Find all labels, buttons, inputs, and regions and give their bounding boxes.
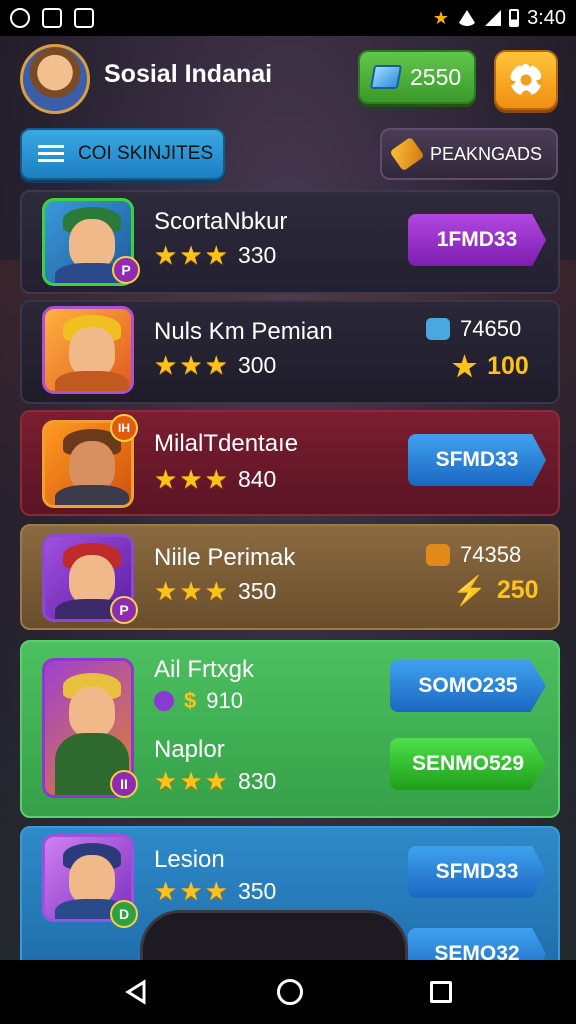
player-card[interactable]: P Niile Perimak ★ ★ ★ 350 74358 ⚡ 250 [20, 524, 560, 630]
player-name: Nuls Km Pemian [154, 318, 333, 345]
star-rating: ★ ★ ★ 840 [154, 464, 277, 495]
player-score: 350 [237, 578, 277, 604]
stat-top-value: 74650 [460, 316, 522, 341]
settings-button[interactable] [494, 50, 558, 110]
username: Sosial Indanai [104, 60, 273, 88]
wifi-icon [457, 10, 478, 26]
stat-sub: $ 910 [154, 688, 243, 714]
player-card[interactable]: Nuls Km Pemian ★ ★ ★ 300 74650 ★ 100 [20, 300, 560, 404]
potion-icon [154, 691, 174, 711]
star-rating: ★ ★ ★ 300 [154, 350, 277, 381]
signal-icon [485, 10, 502, 26]
list-icon [38, 145, 64, 163]
rank-badge: II [110, 770, 138, 798]
coi-skins-label: COI SKINJITES [78, 143, 214, 164]
player-card[interactable]: II Ail Frtxgk $ 910 Naplor ★ ★ ★ 830 SOMO2… [20, 640, 560, 818]
home-button[interactable] [276, 979, 303, 1005]
star-icon: ★ [432, 7, 450, 28]
gem-icon [369, 65, 403, 89]
action-button[interactable]: SFMD33 [408, 434, 546, 486]
stat-bottom-value: 250 [496, 576, 539, 604]
player-score: 840 [237, 466, 277, 492]
lightning-icon: ⚡ [452, 575, 487, 606]
back-button[interactable] [124, 979, 150, 1005]
star-rating: ★ ★ ★ 350 [154, 876, 277, 907]
rank-badge: P [112, 256, 140, 284]
player-portrait [42, 306, 134, 394]
star-icon: ★ [452, 351, 478, 382]
rank-badge: IH [110, 414, 138, 442]
peak-ngads-button[interactable]: PEAKNGADS [380, 128, 558, 180]
status-bar: ★ 3:40 [0, 0, 576, 36]
action-button[interactable]: SENMO529 [390, 738, 546, 790]
player-name: MilalTdentaıe [154, 430, 299, 457]
star-rating: ★ ★ ★ 330 [154, 240, 277, 271]
sub-currency: $ [184, 688, 197, 713]
back-icon [124, 979, 146, 1005]
gear-icon [510, 64, 542, 96]
stat-bottom: ⚡ 250 [452, 574, 539, 607]
player-name: ScortaNbkur [154, 208, 288, 235]
player-score: 350 [237, 878, 277, 904]
stat-bottom-value: 100 [487, 352, 529, 380]
rank-badge: P [110, 596, 138, 624]
player-score: 830 [237, 768, 277, 794]
gem-icon [426, 318, 450, 340]
player-card[interactable]: P ScortaNbkur ★ ★ ★ 330 1FMD33 [20, 190, 560, 294]
action-button[interactable]: SOMO235 [390, 660, 546, 712]
currency-button[interactable]: 2550 [358, 50, 476, 104]
stat-top-value: 74358 [460, 542, 522, 567]
stat-top: 74650 [426, 316, 521, 342]
peak-ngads-label: PEAKNGADS [430, 143, 543, 164]
recents-button[interactable] [430, 981, 453, 1003]
battery-icon [509, 9, 520, 27]
system-nav-bar [0, 960, 576, 1024]
sd-card-icon [42, 8, 62, 28]
action-button[interactable]: SFMD33 [408, 846, 546, 898]
image-icon [74, 8, 94, 28]
sub-value: 910 [206, 688, 243, 713]
star-rating: ★ ★ ★ 350 [154, 576, 277, 607]
action-button[interactable]: 1FMD33 [408, 214, 546, 266]
player-card[interactable]: IH MilalTdentaıe ★ ★ ★ 840 SFMD33 [20, 410, 560, 516]
status-time: 3:40 [527, 6, 566, 29]
header: Sosial Indanai 2550 [0, 36, 576, 120]
player-name: Lesion [154, 846, 225, 873]
stat-top: 74358 [426, 542, 521, 568]
player-score: 330 [237, 242, 277, 268]
player-score: 300 [237, 352, 277, 378]
player-name: Niile Perimak [154, 544, 296, 571]
coi-skins-button[interactable]: COI SKINJITES [20, 128, 225, 180]
player-name: Ail Frtxgk [154, 656, 255, 683]
notification-icon [10, 8, 30, 28]
chest-icon [426, 544, 450, 566]
rank-badge: D [110, 900, 138, 928]
stat-bottom: ★ 100 [452, 350, 529, 383]
player-name-secondary: Naplor [154, 736, 225, 763]
avatar[interactable] [20, 44, 90, 114]
currency-amount: 2550 [410, 63, 462, 90]
star-rating: ★ ★ ★ 830 [154, 766, 277, 797]
ticket-icon [389, 136, 425, 172]
